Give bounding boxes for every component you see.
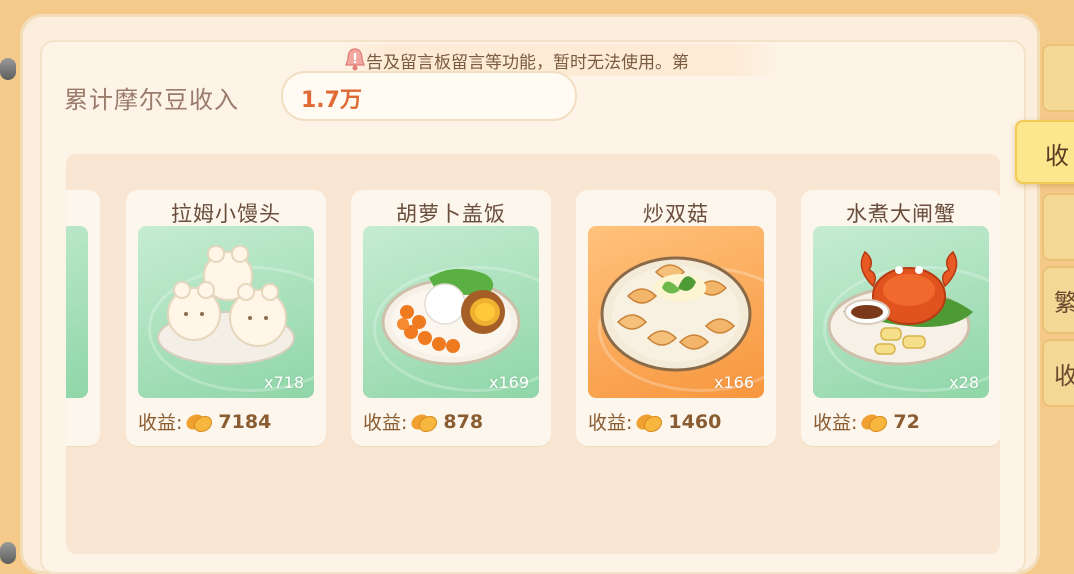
- side-tab-5[interactable]: 收: [1042, 339, 1074, 407]
- dish-card[interactable]: 水煮大闸蟹 x28 收益: 72: [801, 190, 1000, 446]
- dish-profit: 收益: 878: [363, 408, 483, 435]
- dish-image: [66, 226, 88, 398]
- profit-value: 7184: [218, 410, 272, 433]
- dish-count: x169: [488, 373, 529, 392]
- dish-name: 胡萝卜盖饭: [396, 202, 506, 226]
- dish-list[interactable]: 拉姆小馒头 x718 收益: 7184 胡萝卜盖饭 x169 收益: 878 炒…: [66, 154, 1000, 554]
- dish-count: x28: [949, 373, 979, 392]
- side-tab-label: 繁: [1054, 289, 1074, 317]
- income-value: 1.7万: [301, 88, 362, 113]
- dish-name: 水煮大闸蟹: [846, 202, 956, 226]
- mole-bean-icon: [411, 413, 438, 432]
- mole-bean-icon: [861, 413, 888, 432]
- profit-value: 72: [893, 410, 920, 433]
- profit-value: 878: [443, 410, 484, 433]
- profit-label: 收益:: [363, 412, 408, 434]
- binder-ring: [0, 58, 16, 80]
- profit-label: 收益:: [813, 412, 858, 434]
- side-tab-income-active[interactable]: 收: [1015, 120, 1074, 184]
- dish-image: x169: [363, 226, 539, 398]
- side-tab-label: 收: [1045, 142, 1069, 170]
- side-tab-1[interactable]: [1042, 44, 1074, 112]
- profit-label: 收益:: [138, 412, 183, 434]
- dish-image: x718: [138, 226, 314, 398]
- bell-icon: [342, 46, 368, 74]
- side-tab-4[interactable]: 繁: [1042, 266, 1074, 334]
- mole-bean-icon: [636, 413, 663, 432]
- mole-bean-icon: [186, 413, 213, 432]
- dish-count: x166: [713, 373, 754, 392]
- dish-image: x28: [813, 226, 989, 398]
- income-label: 累计摩尔豆收入: [64, 86, 239, 114]
- dish-card[interactable]: 炒双菇 x166 收益: 1460: [576, 190, 776, 446]
- side-tab-label: 收: [1054, 362, 1074, 390]
- income-value-box: 1.7万: [281, 71, 577, 121]
- profit-value: 1460: [668, 410, 722, 433]
- dish-name: 炒双菇: [643, 202, 709, 226]
- binder-ring: [0, 542, 16, 564]
- dish-card[interactable]: 拉姆小馒头 x718 收益: 7184: [126, 190, 326, 446]
- notice-text: 告及留言板留言等功能，暂时无法使用。第: [366, 52, 689, 73]
- dish-name: 拉姆小馒头: [171, 202, 281, 226]
- dish-image: x166: [588, 226, 764, 398]
- side-tab-3[interactable]: [1042, 193, 1074, 261]
- dish-count: x718: [263, 373, 304, 392]
- dish-profit: 收益: 72: [813, 408, 920, 435]
- dish-profit: 收益: 7184: [138, 408, 271, 435]
- dish-card[interactable]: 胡萝卜盖饭 x169 收益: 878: [351, 190, 551, 446]
- dish-profit: 收益: 1460: [588, 408, 721, 435]
- profit-label: 收益:: [588, 412, 633, 434]
- dish-card-partial[interactable]: [66, 190, 100, 446]
